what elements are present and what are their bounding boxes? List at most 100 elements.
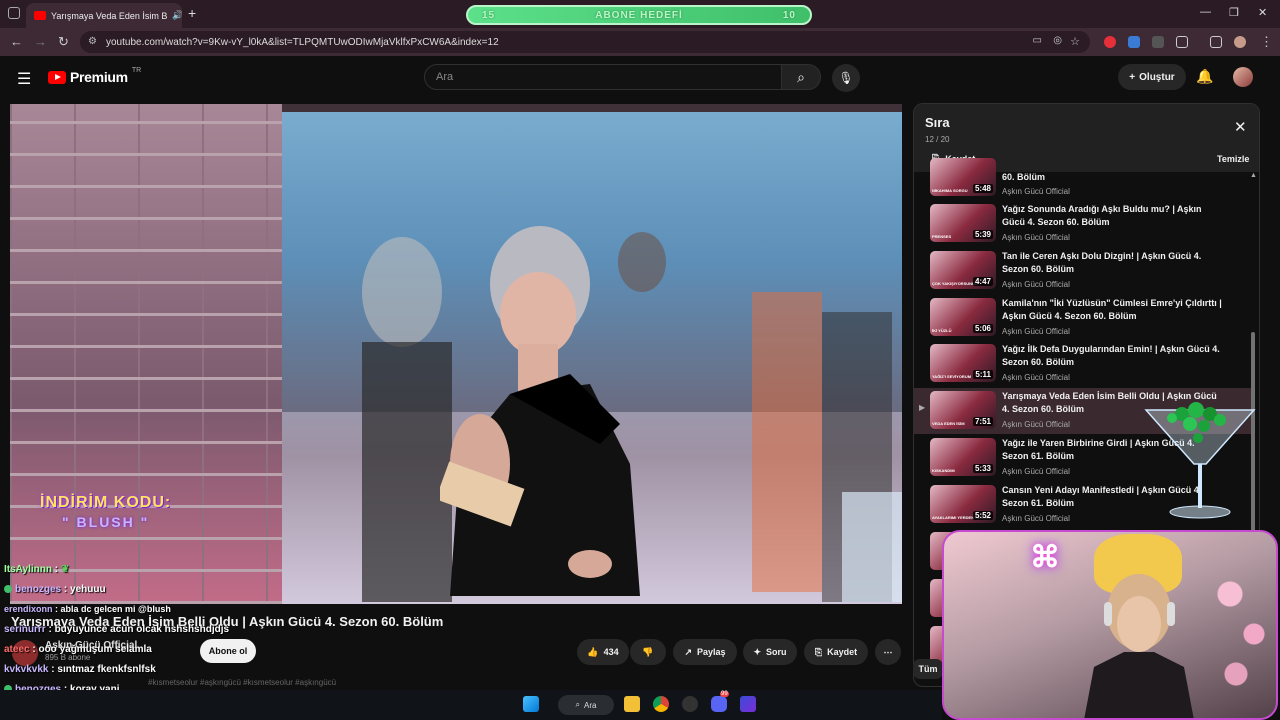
filter-chip-all[interactable]: Tüm xyxy=(913,659,943,679)
file-explorer-icon[interactable] xyxy=(624,696,640,712)
video-thumbnail: PRENSES 5:39 xyxy=(930,204,996,242)
playlist-position: 12 / 20 xyxy=(925,135,950,144)
create-button[interactable]: + Oluştur xyxy=(1118,64,1186,90)
site-settings-icon[interactable]: ⚙ xyxy=(88,36,97,47)
playlist-item-channel: Aşkın Gücü Official xyxy=(1002,233,1070,242)
reload-icon[interactable]: ↻ xyxy=(58,34,69,50)
logo-country: TR xyxy=(131,66,142,74)
restore-button[interactable]: ❐ xyxy=(1229,6,1239,19)
extension-gray-icon[interactable] xyxy=(1152,36,1164,48)
dislike-button[interactable]: 👎 xyxy=(630,639,666,665)
more-actions-button[interactable]: ⋯ xyxy=(875,639,901,665)
profile-avatar-icon[interactable] xyxy=(1234,36,1246,48)
scroll-up-icon[interactable]: ▲ xyxy=(1250,172,1257,179)
notifications-bell-icon[interactable]: 🔔 xyxy=(1196,68,1213,85)
share-button[interactable]: ↗ Paylaş xyxy=(673,639,737,665)
minimize-button[interactable]: — xyxy=(1200,6,1211,18)
video-thumbnail: KISKANDIM 5:33 xyxy=(930,438,996,476)
browser-menu-icon[interactable]: ⋮ xyxy=(1260,34,1273,50)
chat-user: kvkvkvkk xyxy=(4,664,49,675)
chat-text: sıntmaz fkenkfsnlfsk xyxy=(57,664,156,675)
save-label: Kaydet xyxy=(827,647,858,657)
youtube-play-icon xyxy=(48,70,66,84)
share-arrow-icon: ↗ xyxy=(684,646,692,657)
video-thumbnail: AYAKLARIMI YERDEN KESSİN 5:52 xyxy=(930,485,996,523)
eye-off-icon[interactable]: ◎ xyxy=(1053,35,1062,46)
voice-search-button[interactable]: 🎙 xyxy=(832,64,860,92)
share-label: Paylaş xyxy=(697,647,726,657)
search-button[interactable]: ⌕ xyxy=(781,64,821,90)
taskbar-search[interactable]: ⌕ Ara xyxy=(558,695,614,715)
playlist-item-title: Yağız Sonunda Aradığı Aşkı Buldu mu? | A… xyxy=(1002,204,1202,227)
tab-audio-icon[interactable]: 🔊 xyxy=(172,10,182,21)
save-button[interactable]: ⎘ Kaydet xyxy=(804,639,868,665)
playlist-item[interactable]: NİKAHIMA SORGU 5:48 60. Bölüm Aşkın Gücü … xyxy=(914,158,1252,198)
app-v-icon[interactable] xyxy=(740,696,756,712)
chat-message: erendixonn : abla dc gelcen mi @blush xyxy=(4,604,171,614)
account-avatar[interactable] xyxy=(1233,67,1253,87)
discord-icon[interactable]: 99 xyxy=(711,691,729,712)
subscribe-button[interactable]: Abone ol xyxy=(200,639,256,663)
tab-title: Yarışmaya Veda Eden İsim B xyxy=(51,10,168,21)
neon-sign-decoration: ⌘ xyxy=(1030,541,1060,574)
duration-badge: 5:33 xyxy=(972,464,993,473)
subscriber-goal-bar: 15 ABONE HEDEFİ 10 xyxy=(466,5,812,25)
video-thumbnail: İKİ YÜZLÜ 5:06 xyxy=(930,298,996,336)
search-icon: ⌕ xyxy=(797,69,805,85)
close-window-button[interactable]: ✕ xyxy=(1258,6,1267,19)
playlist-clear-button[interactable]: Temizle xyxy=(1217,154,1249,164)
cast-icon[interactable]: ▭ xyxy=(1033,35,1042,46)
chat-text: ooo yağmuşum selamla xyxy=(38,644,152,655)
playlist-item[interactable]: ÇOK YAKIŞIYORSUNUZ 4:47 Tan ile Ceren Aşk… xyxy=(914,248,1252,294)
playlist-item[interactable]: YAĞIZ'I SEVİYORUM 5:11 Yağız İlk Defa Duy… xyxy=(914,341,1252,387)
youtube-premium-logo[interactable]: Premium TR xyxy=(48,66,142,85)
extension-red-icon[interactable] xyxy=(1104,36,1116,48)
discord-badge: 99 xyxy=(720,691,729,697)
chat-message: serinurrr : buyuyunce acun olcak hshshsh… xyxy=(4,624,230,635)
video-thumbnail: VEDA EDEN İSİM 7:51 xyxy=(930,391,996,429)
back-icon[interactable]: ← xyxy=(10,34,23,49)
playlist-item[interactable]: PRENSES 5:39 Yağız Sonunda Aradığı Aşkı B… xyxy=(914,201,1252,247)
windows-start-icon[interactable] xyxy=(523,696,539,712)
chat-user: erendixonn xyxy=(4,604,53,614)
video-thumbnail: YAĞIZ'I SEVİYORUM 5:11 xyxy=(930,344,996,382)
forward-icon[interactable]: → xyxy=(34,34,47,49)
playlist-item-title: Tan ile Ceren Aşkı Dolu Dizgin! | Aşkın … xyxy=(1002,251,1202,274)
video-thumbnail: NİKAHIMA SORGU 5:48 xyxy=(930,158,996,196)
obs-icon[interactable] xyxy=(682,696,698,712)
ask-label: Soru xyxy=(766,647,787,657)
promo-code-title: İNDİRİM KODU: xyxy=(40,494,172,511)
create-label: Oluştur xyxy=(1139,71,1175,83)
browser-tab-active[interactable]: Yarışmaya Veda Eden İsim B 🔊 ✕ xyxy=(26,3,182,28)
reading-list-icon[interactable] xyxy=(1210,36,1222,48)
description-tags[interactable]: #kısmetseolur #aşkıngücü #kısmetseolur #… xyxy=(10,678,902,690)
like-button[interactable]: 👍 434 xyxy=(577,639,629,665)
martini-glass-overlay xyxy=(1144,402,1256,519)
playlist-item-channel: Aşkın Gücü Official xyxy=(1002,280,1070,289)
youtube-header: ☰ Premium TR Ara ⌕ 🎙 + Oluştur 🔔 xyxy=(0,56,1280,100)
chrome-icon[interactable] xyxy=(653,696,669,712)
duration-badge: 5:11 xyxy=(973,370,993,379)
hamburger-menu-icon[interactable]: ☰ xyxy=(17,69,31,89)
extensions-puzzle-icon[interactable] xyxy=(1176,36,1188,48)
playlist-close-icon[interactable]: ✕ xyxy=(1234,118,1247,136)
chat-user: ateec xyxy=(4,644,30,655)
chat-text: yehuuu xyxy=(70,584,106,595)
chat-message: ItsAylinnn : ❦ xyxy=(4,564,70,575)
tab-search-icon[interactable] xyxy=(8,7,20,19)
chat-user: serinurrr xyxy=(4,624,46,635)
url-bar[interactable]: ⚙ youtube.com/watch?v=9Kw-vY_l0kA&list=T… xyxy=(80,31,1090,53)
cherry-blossom-decoration xyxy=(1212,562,1272,718)
user-badge-icon xyxy=(4,585,12,594)
more-dots-icon: ⋯ xyxy=(883,646,893,657)
goal-label: ABONE HEDEFİ xyxy=(595,9,683,21)
chat-message: kvkvkvkk : sıntmaz fkenkfsnlfsk xyxy=(4,664,156,675)
extension-blue-icon[interactable] xyxy=(1128,36,1140,48)
new-tab-button[interactable]: + xyxy=(188,5,196,21)
bookmark-star-icon[interactable]: ☆ xyxy=(1070,35,1080,48)
video-player[interactable]: İNDİRİM KODU: " BLUSH " xyxy=(10,104,902,604)
ask-button[interactable]: ✦ Soru xyxy=(743,639,797,665)
search-input[interactable]: Ara xyxy=(424,64,782,90)
playlist-item[interactable]: İKİ YÜZLÜ 5:06 Kamila'nın "İki Yüzlüsün" … xyxy=(914,295,1252,341)
chat-message: ateec : ooo yağmuşum selamla xyxy=(4,644,152,655)
